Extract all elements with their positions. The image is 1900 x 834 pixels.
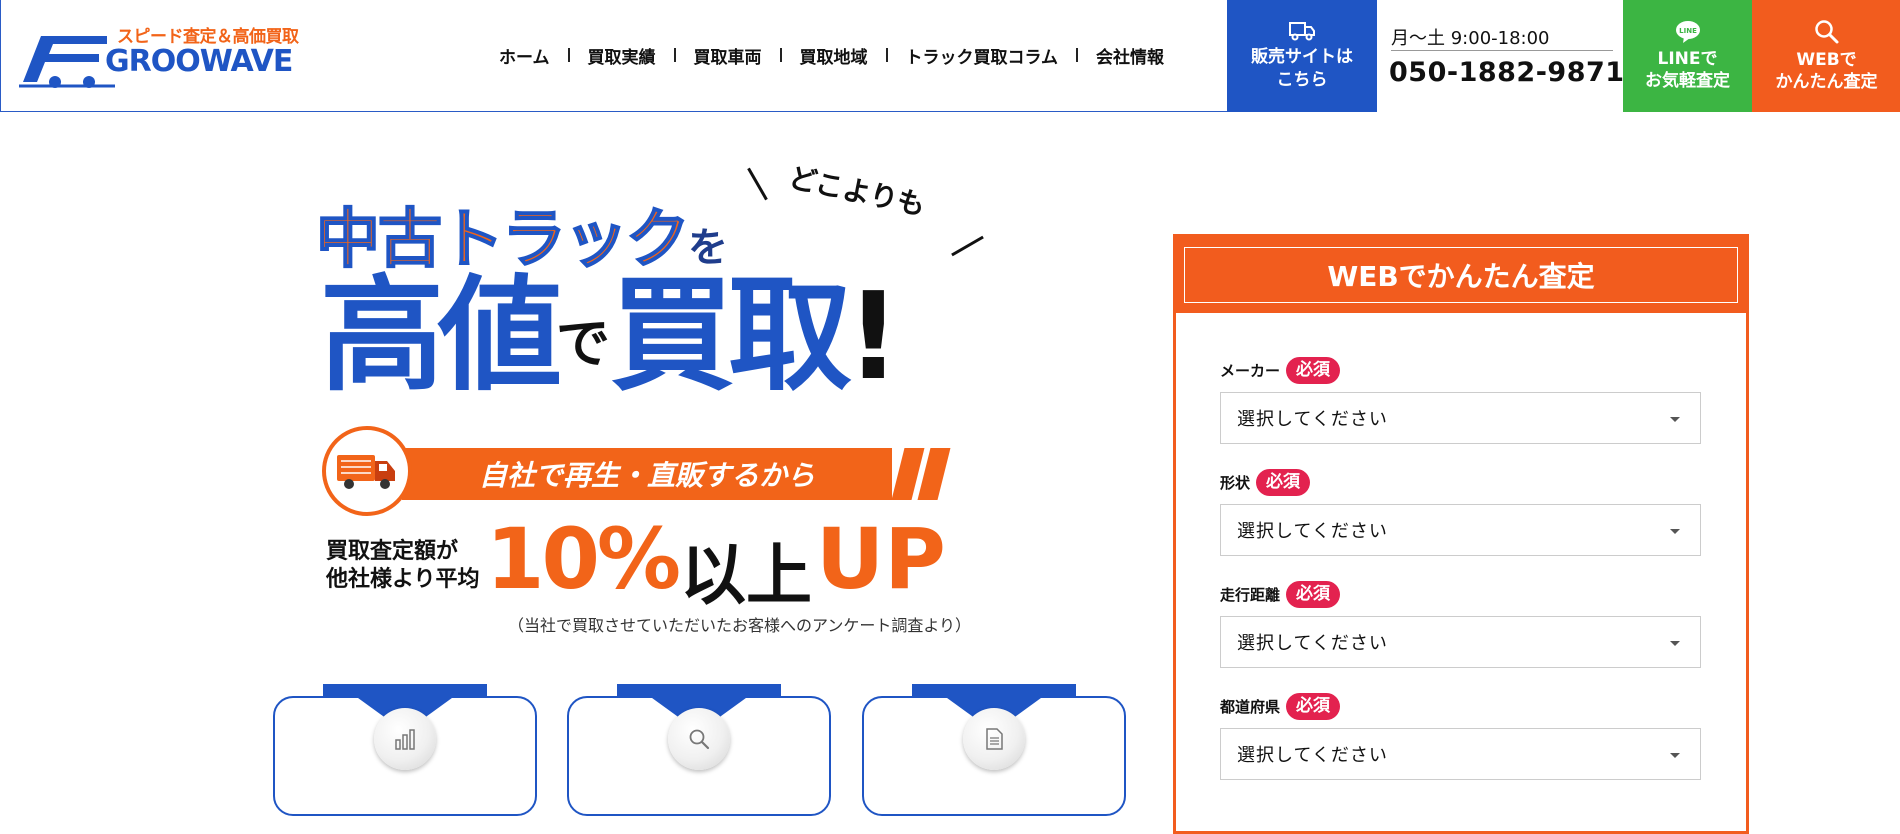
hero-headline-2-particle: で — [556, 311, 611, 375]
search-icon — [689, 729, 710, 750]
hero-headline-2: 高値で買取! — [320, 264, 901, 414]
bar-chart-icon — [395, 729, 415, 750]
prefecture-select-value: 選択してください — [1237, 745, 1388, 766]
maker-label: メーカー 必須 — [1220, 357, 1341, 384]
hero-stat-number: 10% — [486, 510, 681, 608]
required-badge: 必須 — [1256, 469, 1311, 496]
feature-card-icon — [374, 708, 436, 770]
site-header: スピード査定＆高価買取 GROOWAVE ホーム 買取実績 買取車両 買取地域 … — [0, 0, 1900, 112]
nav-areas[interactable]: 買取地域 — [800, 43, 868, 68]
hero-stat-unit: 以上 — [680, 537, 812, 614]
logo-wordmark: GROOWAVE — [105, 44, 293, 79]
sales-site-label: 販売サイトは こちら — [1251, 47, 1353, 90]
search-icon — [1814, 20, 1838, 44]
decor-slash — [951, 235, 984, 257]
main-nav: ホーム 買取実績 買取車両 買取地域 トラック買取コラム 会社情報 — [499, 42, 1164, 68]
hero-headline-2b: 買取 — [610, 264, 852, 408]
required-badge: 必須 — [1286, 357, 1341, 384]
web-assessment-label: WEBで かんたん査定 — [1775, 50, 1878, 92]
hero-stat-lead: 買取査定額が 他社様より平均 — [326, 539, 480, 592]
maker-select[interactable]: 選択してください — [1220, 392, 1701, 444]
document-icon — [986, 728, 1003, 750]
form-header: WEBでかんたん査定 — [1176, 237, 1746, 313]
hero-truck-badge — [322, 426, 412, 516]
body-type-select-value: 選択してください — [1237, 521, 1388, 542]
maker-label-text: メーカー — [1220, 362, 1281, 380]
line-icon: LINE — [1675, 21, 1700, 43]
form-title: WEBでかんたん査定 — [1327, 260, 1595, 293]
mileage-select[interactable]: 選択してください — [1220, 616, 1701, 668]
business-hours: 月〜土 9:00-18:00 — [1391, 28, 1550, 49]
hero-subcopy: どこよりも — [785, 160, 929, 223]
mileage-label: 走行距離 必須 — [1220, 581, 1341, 608]
chevron-down-icon — [1670, 529, 1680, 534]
hero-headline-2a: 高値 — [320, 264, 562, 408]
nav-home[interactable]: ホーム — [499, 43, 550, 68]
line-assessment-label: LINEで お気軽査定 — [1645, 49, 1730, 91]
mileage-label-text: 走行距離 — [1220, 586, 1281, 604]
hero-banner: どこよりも 中古トラックを 高値で買取! 自社で再生・直販するから 買取査定額が… — [276, 148, 1006, 638]
hero-ribbon-text: 自社で再生・直販するから — [478, 459, 815, 492]
nav-results[interactable]: 買取実績 — [588, 43, 656, 68]
feature-card-icon — [963, 708, 1025, 770]
mileage-select-value: 選択してください — [1237, 633, 1388, 654]
web-assessment-form: WEBでかんたん査定 メーカー 必須 選択してください 形状 必須 選択してくだ… — [1173, 234, 1749, 834]
phone-divider — [1391, 50, 1613, 51]
body-type-label-text: 形状 — [1220, 474, 1251, 492]
body-type-label: 形状 必須 — [1220, 469, 1311, 496]
hero-footnote: （当社で買取させていただいたお客様へのアンケート調査より） — [508, 616, 972, 635]
hero-ribbon: 自社で再生・直販するから — [402, 448, 892, 500]
form-header-frame: WEBでかんたん査定 — [1184, 247, 1738, 303]
site-logo[interactable]: スピード査定＆高価買取 GROOWAVE — [19, 20, 299, 90]
line-assessment-button[interactable]: LINE LINEで お気軽査定 — [1623, 0, 1752, 112]
chevron-down-icon — [1670, 641, 1680, 646]
svg-text:LINE: LINE — [1679, 27, 1697, 35]
nav-divider — [567, 48, 570, 62]
feature-card-icon — [668, 708, 730, 770]
nav-divider — [779, 48, 782, 62]
required-badge: 必須 — [1286, 581, 1341, 608]
chevron-down-icon — [1670, 753, 1680, 758]
web-assessment-button[interactable]: WEBで かんたん査定 — [1752, 0, 1900, 112]
truck-logo-icon — [19, 36, 115, 88]
phone-number[interactable]: 050-1882-9871 — [1389, 57, 1625, 88]
required-badge: 必須 — [1286, 693, 1341, 720]
prefecture-select[interactable]: 選択してください — [1220, 728, 1701, 780]
prefecture-label-text: 都道府県 — [1220, 698, 1281, 716]
nav-divider — [673, 48, 676, 62]
truck-icon — [1289, 22, 1315, 41]
nav-vehicles[interactable]: 買取車両 — [694, 43, 762, 68]
nav-company[interactable]: 会社情報 — [1096, 43, 1164, 68]
chevron-down-icon — [1670, 417, 1680, 422]
nav-divider — [885, 48, 888, 62]
maker-select-value: 選択してください — [1237, 409, 1388, 430]
prefecture-label: 都道府県 必須 — [1220, 693, 1341, 720]
body-type-select[interactable]: 選択してください — [1220, 504, 1701, 556]
hero-stat-up: UP — [816, 510, 946, 608]
truck-icon — [337, 455, 395, 489]
nav-divider — [1076, 48, 1078, 62]
nav-column[interactable]: トラック買取コラム — [906, 43, 1059, 68]
hero-exclamation: ! — [846, 268, 901, 407]
decor-slash — [747, 167, 768, 201]
phone-contact[interactable]: 月〜土 9:00-18:00 050-1882-9871 — [1377, 0, 1625, 112]
sales-site-button[interactable]: 販売サイトは こちら — [1227, 0, 1377, 112]
